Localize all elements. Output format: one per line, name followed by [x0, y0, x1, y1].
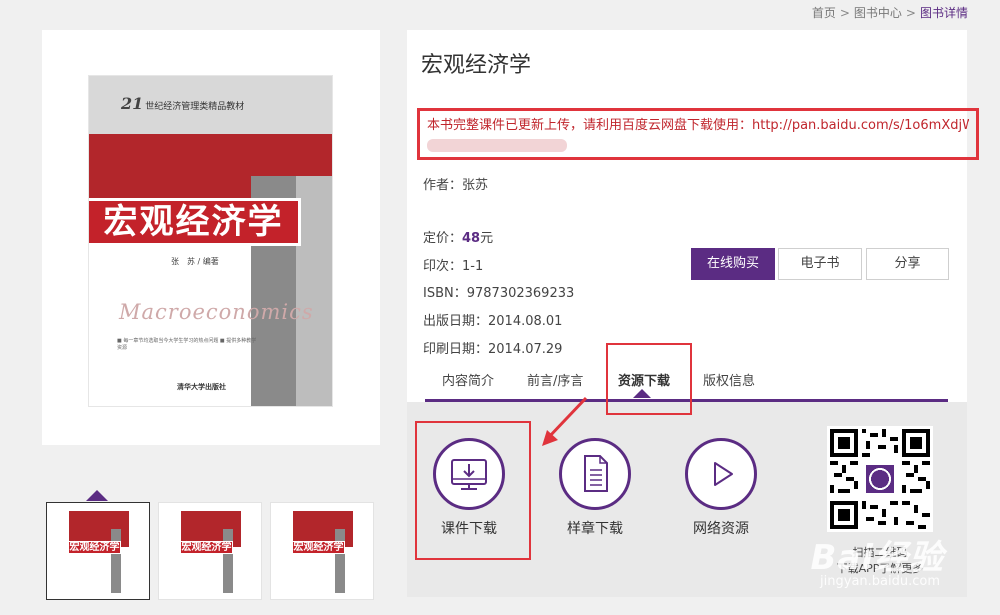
- sample-chapter-label: 样章下载: [567, 521, 623, 537]
- share-button[interactable]: 分享: [866, 248, 949, 280]
- breadcrumb-home[interactable]: 首页: [812, 6, 836, 20]
- price-value: 48: [462, 231, 481, 246]
- cover-series-number: 21: [121, 94, 144, 113]
- edition-value: 1-1: [462, 259, 484, 274]
- cover-gray-bar-light: [296, 176, 332, 406]
- thumbnail-title: 宏观经济学: [69, 541, 121, 554]
- breadcrumb-current: 图书详情: [919, 6, 968, 20]
- pub-date-value: 2014.08.01: [488, 314, 563, 329]
- tab-preface[interactable]: 前言/序言: [527, 370, 583, 389]
- baidu-watermark: Bai经验: [810, 538, 944, 578]
- thumbnail-cover: 宏观经济学: [69, 511, 129, 593]
- network-resources-label: 网络资源: [693, 521, 749, 537]
- thumbnail-cover: 宏观经济学: [293, 511, 353, 593]
- print-date-value: 2014.07.29: [488, 342, 563, 357]
- cover-english-title: Macroeconomics: [119, 300, 314, 324]
- edition-label: 印次：: [423, 259, 463, 274]
- book-title: 宏观经济学: [421, 53, 532, 78]
- breadcrumb-separator: >: [905, 6, 916, 20]
- author-value[interactable]: 张苏: [462, 178, 488, 193]
- print-date-field: 印刷日期：2014.07.29: [423, 338, 562, 357]
- baidu-watermark-url: jingyan.baidu.com: [820, 574, 940, 589]
- cover-author: 张 苏 / 编著: [171, 257, 219, 266]
- thumbnail-indicator-caret: [86, 490, 108, 501]
- author-label: 作者：: [423, 178, 463, 193]
- breadcrumb-separator: >: [839, 6, 850, 20]
- price-label: 定价：: [423, 231, 463, 246]
- buy-online-button[interactable]: 在线购买: [691, 248, 775, 280]
- cover-panel: 21 世纪经济管理类精品教材 宏观经济学 张 苏 / 编著 Macroeconom…: [42, 30, 380, 445]
- qr-code: [827, 426, 933, 532]
- courseware-notice: 本书完整课件已更新上传，请利用百度云网盘下载使用：http://pan.baid…: [417, 108, 979, 160]
- breadcrumb: 首页 > 图书中心 > 图书详情: [812, 4, 968, 21]
- price-unit: 元: [480, 231, 494, 246]
- price-field: 定价：48元: [423, 227, 493, 246]
- print-date-label: 印刷日期：: [423, 342, 489, 357]
- annotation-box-tab: [606, 343, 692, 415]
- author-field: 作者：张苏: [423, 174, 488, 193]
- thumbnail-1[interactable]: 宏观经济学: [46, 502, 150, 600]
- thumbnail-title: 宏观经济学: [181, 541, 233, 554]
- thumbnail-cover: 宏观经济学: [181, 511, 241, 593]
- cover-notes: ■ 每一章节均选取当今大学生学习的热点问题 ■ 提供多种教学资源: [117, 338, 257, 351]
- thumbnail-title: 宏观经济学: [293, 541, 345, 554]
- edition-field: 印次：1-1: [423, 255, 483, 274]
- notice-text[interactable]: 本书完整课件已更新上传，请利用百度云网盘下载使用：http://pan.baid…: [427, 114, 969, 133]
- tab-copyright[interactable]: 版权信息: [703, 370, 755, 389]
- cover-series-text: 世纪经济管理类精品教材: [145, 102, 245, 112]
- network-resources-button[interactable]: 网络资源: [671, 438, 771, 538]
- thumbnail-3[interactable]: 宏观经济学: [270, 502, 374, 600]
- thumbnail-2[interactable]: 宏观经济学: [158, 502, 262, 600]
- breadcrumb-book-center[interactable]: 图书中心: [854, 6, 902, 20]
- cover-series: 21 世纪经济管理类精品教材: [121, 94, 244, 113]
- tab-introduction[interactable]: 内容简介: [442, 370, 494, 389]
- cover-publisher: 清华大学出版社: [177, 383, 226, 391]
- book-cover-image: 21 世纪经济管理类精品教材 宏观经济学 张 苏 / 编著 Macroeconom…: [88, 75, 333, 407]
- isbn-value: 9787302369233: [466, 286, 575, 301]
- ebook-button[interactable]: 电子书: [778, 248, 862, 280]
- pub-date-label: 出版日期：: [423, 314, 489, 329]
- annotation-arrow-icon: [542, 396, 588, 446]
- play-icon: [685, 438, 757, 510]
- cover-title: 宏观经济学: [89, 198, 301, 246]
- isbn-field: ISBN：9787302369233: [423, 282, 574, 301]
- pub-date-field: 出版日期：2014.08.01: [423, 310, 562, 329]
- isbn-label: ISBN：: [423, 286, 467, 301]
- blurred-text: [427, 139, 567, 152]
- annotation-box-download: [415, 421, 531, 560]
